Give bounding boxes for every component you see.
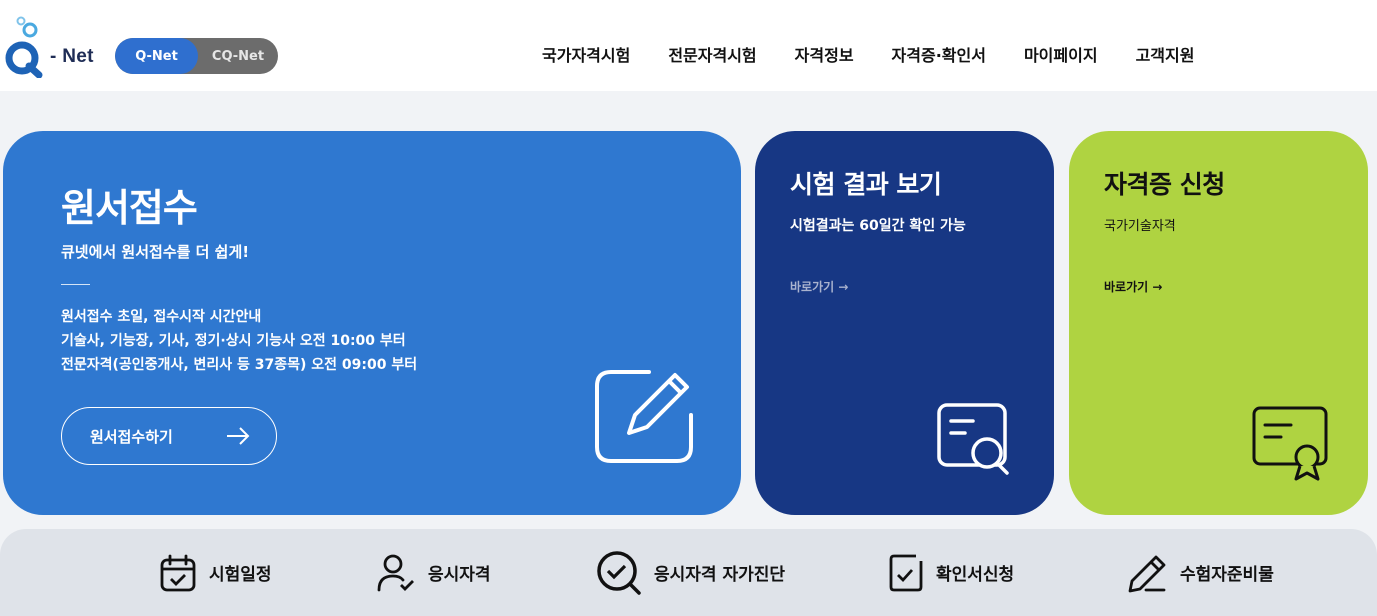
nav-support[interactable]: 고객지원 <box>1136 42 1195 66</box>
apply-button-label: 원서접수하기 <box>90 427 173 446</box>
quick-item-supplies[interactable]: 수험자준비물 <box>1126 529 1274 616</box>
certificate-link[interactable]: 바로가기 → <box>1104 278 1162 295</box>
nav-professional-exam[interactable]: 전문자격시험 <box>668 42 756 66</box>
switch-cqnet-button[interactable]: CQ-Net <box>198 38 278 74</box>
user-check-icon <box>377 554 414 591</box>
nav-mypage[interactable]: 마이페이지 <box>1024 42 1098 66</box>
quick-item-exam-schedule[interactable]: 시험일정 <box>159 529 272 616</box>
calendar-check-icon <box>160 554 196 591</box>
apply-info-line: 기술사, 기능장, 기사, 정기·상시 기능사 오전 10:00 부터 <box>61 333 406 349</box>
arrow-right-icon <box>227 427 250 445</box>
apply-card: 원서접수 큐넷에서 원서접수를 더 쉽게! 원서접수 초일, 접수시작 시간안내… <box>3 131 741 515</box>
nav-certificate[interactable]: 자격증·확인서 <box>892 42 986 66</box>
pencil-icon <box>1128 555 1166 592</box>
quick-label: 응시자격 <box>428 565 491 585</box>
apply-subtitle: 큐넷에서 원서접수를 더 쉽게! <box>61 243 250 261</box>
quick-label: 시험일정 <box>209 565 272 585</box>
certificate-card[interactable]: 자격증 신청 국가기술자격 바로가기 → <box>1069 131 1368 515</box>
exam-result-card[interactable]: 시험 결과 보기 시험결과는 60일간 확인 가능 바로가기 → <box>755 131 1054 515</box>
quick-label: 확인서신청 <box>936 565 1015 585</box>
certificate-title: 자격증 신청 <box>1104 170 1225 199</box>
certificate-icon <box>1252 406 1328 481</box>
quick-label: 수험자준비물 <box>1180 565 1274 585</box>
apply-button[interactable]: 원서접수하기 <box>61 407 277 465</box>
quick-item-confirmation[interactable]: 확인서신청 <box>888 529 1014 616</box>
nav-qualification-info[interactable]: 자격정보 <box>795 42 854 66</box>
quick-label: 응시자격 자가진단 <box>654 565 786 585</box>
apply-info: 원서접수 초일, 접수시작 시간안내 기술사, 기능장, 기사, 정기·상시 기… <box>61 305 417 377</box>
apply-title: 원서접수 <box>61 186 198 230</box>
apply-info-line: 원서접수 초일, 접수시작 시간안내 <box>61 309 262 325</box>
logo-text: - Net <box>50 46 94 67</box>
document-search-icon <box>937 403 1009 475</box>
switch-qnet-button[interactable]: Q-Net <box>115 38 198 74</box>
edit-pencil-icon <box>595 370 693 463</box>
quick-menu: 시험일정 응시자격 응시자격 자가진단 확인서신청 수험자준비물 <box>0 529 1377 616</box>
certificate-subtitle: 국가기술자격 <box>1104 219 1176 234</box>
main-nav: 국가자격시험 전문자격시험 자격정보 자격증·확인서 마이페이지 고객지원 <box>542 42 1232 66</box>
quick-item-self-diagnosis[interactable]: 응시자격 자가진단 <box>596 529 785 616</box>
quick-item-eligibility[interactable]: 응시자격 <box>376 529 491 616</box>
magnifier-check-icon <box>597 550 641 595</box>
exam-result-title: 시험 결과 보기 <box>790 170 942 199</box>
apply-info-line: 전문자격(공인중개사, 변리사 등 37종목) 오전 09:00 부터 <box>61 357 418 373</box>
nav-national-exam[interactable]: 국가자격시험 <box>542 42 630 66</box>
exam-result-link[interactable]: 바로가기 → <box>790 278 848 295</box>
apply-divider <box>61 284 90 285</box>
document-check-icon <box>889 554 923 591</box>
exam-result-subtitle: 시험결과는 60일간 확인 가능 <box>790 218 966 234</box>
header: - Net Q-Net CQ-Net 국가자격시험 전문자격시험 자격정보 자격… <box>0 0 1377 91</box>
site-switch: Q-Net CQ-Net <box>115 38 278 74</box>
